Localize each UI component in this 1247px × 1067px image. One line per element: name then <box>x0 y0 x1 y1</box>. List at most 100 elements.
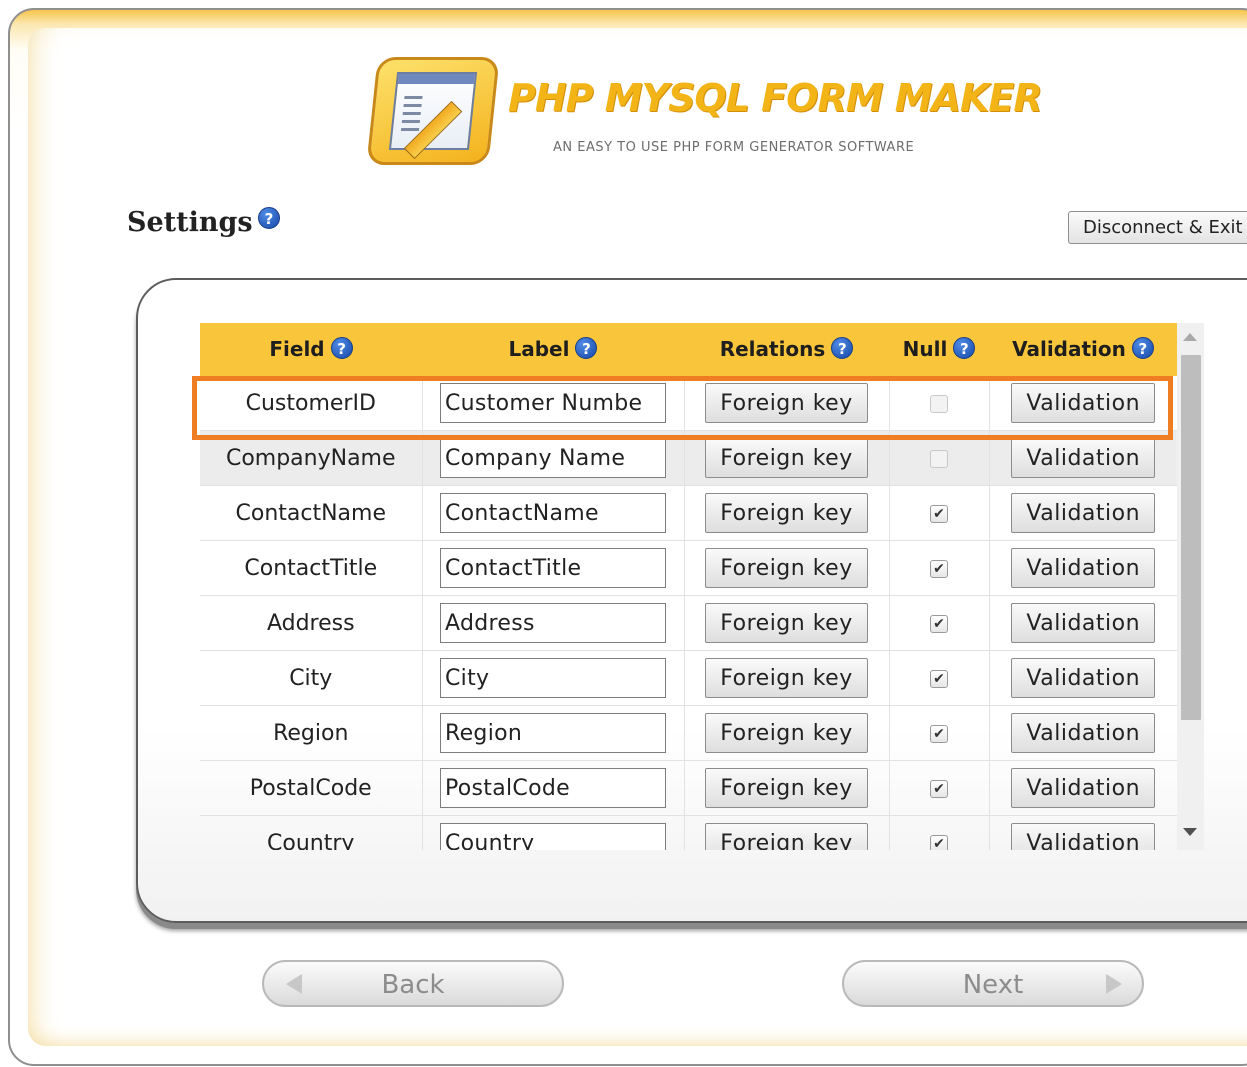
relations-help-icon[interactable]: ? <box>831 336 854 359</box>
page-title-text: Settings <box>127 207 253 238</box>
logo-title: PHP MYSQL FORM MAKER <box>508 76 1043 120</box>
next-button[interactable]: Next <box>842 960 1144 1007</box>
validation-button[interactable]: Validation <box>1011 658 1156 698</box>
relations-cell: Foreign key <box>684 430 890 486</box>
settings-help-icon[interactable]: ? <box>258 207 280 229</box>
null-cell <box>889 430 990 486</box>
foreign-key-button[interactable]: Foreign key <box>705 603 868 643</box>
label-cell <box>422 430 685 486</box>
label-input[interactable] <box>440 438 666 478</box>
null-cell: ✔ <box>889 540 990 596</box>
back-button[interactable]: Back <box>262 960 564 1007</box>
validation-button[interactable]: Validation <box>1011 823 1156 850</box>
column-header-validation: Validation? <box>989 323 1177 376</box>
validation-button[interactable]: Validation <box>1011 383 1156 423</box>
column-header-relations-label: Relations <box>719 337 826 362</box>
label-cell <box>422 376 685 431</box>
relations-cell: Foreign key <box>684 595 890 651</box>
field-cell: ContactName <box>200 485 423 541</box>
foreign-key-button[interactable]: Foreign key <box>705 658 868 698</box>
null-cell <box>889 376 990 431</box>
field-name: Country <box>267 830 355 851</box>
null-checkbox[interactable]: ✔ <box>930 504 948 523</box>
foreign-key-button[interactable]: Foreign key <box>705 383 868 423</box>
label-cell <box>422 650 685 706</box>
table-row: Region Foreign key ✔ Validation <box>200 705 1177 761</box>
field-cell: PostalCode <box>200 760 423 816</box>
field-cell: Address <box>200 595 423 651</box>
label-input[interactable] <box>440 603 666 643</box>
page-title: Settings ? <box>127 207 280 238</box>
field-cell: Country <box>200 815 423 851</box>
null-cell: ✔ <box>889 485 990 541</box>
label-input[interactable] <box>440 713 666 753</box>
field-name: Address <box>266 610 355 636</box>
relations-cell: Foreign key <box>684 650 890 706</box>
label-cell <box>422 540 685 596</box>
validation-button[interactable]: Validation <box>1011 438 1156 478</box>
null-help-icon[interactable]: ? <box>953 336 976 359</box>
foreign-key-button[interactable]: Foreign key <box>705 713 868 753</box>
foreign-key-button[interactable]: Foreign key <box>705 823 868 850</box>
validation-help-icon[interactable]: ? <box>1131 336 1154 359</box>
table-row: Country Foreign key ✔ Validation <box>200 815 1177 851</box>
grid-scrollbar[interactable] <box>1177 323 1204 850</box>
field-help-icon[interactable]: ? <box>330 336 353 359</box>
validation-button[interactable]: Validation <box>1011 768 1156 808</box>
null-cell: ✔ <box>889 650 990 706</box>
validation-button[interactable]: Validation <box>1011 493 1156 533</box>
null-checkbox[interactable]: ✔ <box>930 669 948 688</box>
label-input[interactable] <box>440 493 666 533</box>
scroll-down-arrow-icon[interactable] <box>1183 828 1197 836</box>
foreign-key-button[interactable]: Foreign key <box>705 438 868 478</box>
validation-cell: Validation <box>989 376 1177 431</box>
scroll-up-arrow-icon[interactable] <box>1183 333 1197 341</box>
validation-button[interactable]: Validation <box>1011 713 1156 753</box>
relations-cell: Foreign key <box>684 540 890 596</box>
field-name: ContactTitle <box>244 555 378 581</box>
column-header-label-label: Label <box>508 337 570 362</box>
null-cell: ✔ <box>889 760 990 816</box>
label-input[interactable] <box>440 658 666 698</box>
relations-cell: Foreign key <box>684 485 890 541</box>
label-input[interactable] <box>440 548 666 588</box>
null-cell: ✔ <box>889 705 990 761</box>
label-cell <box>422 595 685 651</box>
field-name: City <box>289 665 333 691</box>
null-checkbox[interactable]: ✔ <box>930 614 948 633</box>
field-cell: ContactTitle <box>200 540 423 596</box>
label-input[interactable] <box>440 768 666 808</box>
field-cell: City <box>200 650 423 706</box>
null-checkbox[interactable]: ✔ <box>930 724 948 743</box>
app-logo-icon <box>366 57 500 165</box>
null-checkbox[interactable]: ✔ <box>930 834 948 850</box>
null-checkbox[interactable]: ✔ <box>930 559 948 578</box>
label-cell <box>422 760 685 816</box>
table-row: CompanyName Foreign key Validation <box>200 430 1177 486</box>
scrollbar-thumb[interactable] <box>1181 355 1201 720</box>
relations-cell: Foreign key <box>684 815 890 850</box>
foreign-key-button[interactable]: Foreign key <box>705 768 868 808</box>
validation-cell: Validation <box>989 815 1177 850</box>
validation-button[interactable]: Validation <box>1011 548 1156 588</box>
disconnect-exit-button[interactable]: Disconnect & Exit <box>1068 211 1247 244</box>
fields-grid: Field? Label? Relations? Null? Validatio… <box>200 323 1177 850</box>
null-checkbox[interactable]: ✔ <box>930 779 948 798</box>
table-header-row: Field? Label? Relations? Null? Validatio… <box>200 323 1177 376</box>
validation-cell: Validation <box>989 485 1177 541</box>
label-cell <box>422 815 685 850</box>
table-row: Address Foreign key ✔ Validation <box>200 595 1177 651</box>
foreign-key-button[interactable]: Foreign key <box>705 493 868 533</box>
back-button-label: Back <box>381 970 445 1000</box>
label-input[interactable] <box>440 383 666 423</box>
logo-subtitle: AN EASY TO USE PHP FORM GENERATOR SOFTWA… <box>553 140 915 155</box>
label-cell <box>422 705 685 761</box>
field-name: Region <box>273 720 349 746</box>
foreign-key-button[interactable]: Foreign key <box>705 548 868 588</box>
label-input[interactable] <box>440 823 666 850</box>
relations-cell: Foreign key <box>684 376 890 431</box>
null-checkbox <box>930 394 948 413</box>
validation-button[interactable]: Validation <box>1011 603 1156 643</box>
label-help-icon[interactable]: ? <box>575 336 598 359</box>
relations-cell: Foreign key <box>684 760 890 816</box>
